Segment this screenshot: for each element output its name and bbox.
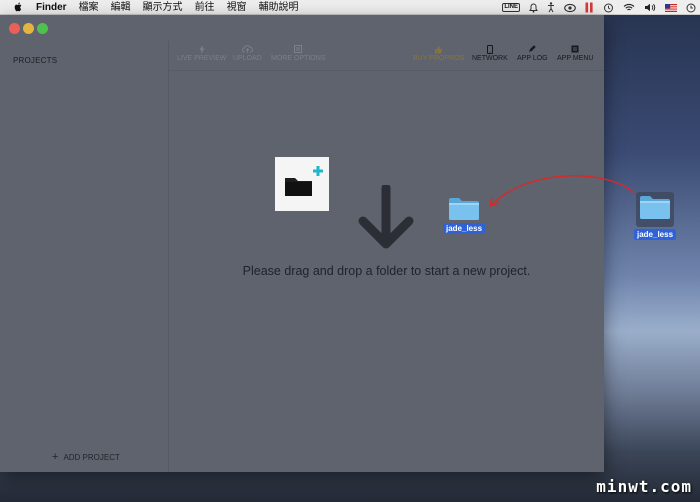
more-options-label: MORE OPTIONS <box>271 55 326 62</box>
pause-indicator-icon[interactable] <box>585 2 594 13</box>
app-menu-label: APP MENU <box>557 55 594 62</box>
menu-bar: Finder 檔案 編輯 顯示方式 前往 視窗 輔助說明 LINE <box>0 0 700 15</box>
folder-add-icon <box>285 166 323 196</box>
options-icon <box>294 43 303 55</box>
plus-icon: + <box>52 451 59 463</box>
drag-path-arrow <box>489 175 635 207</box>
close-button[interactable] <box>9 23 20 34</box>
volume-icon[interactable] <box>644 3 656 12</box>
projects-sidebar: PROJECTS + ADD PROJECT <box>0 41 169 472</box>
menu-edit[interactable]: 編輯 <box>111 0 131 15</box>
accessibility-icon[interactable] <box>547 2 555 13</box>
app-log-button[interactable]: APP LOG <box>517 43 548 62</box>
menu-file[interactable]: 檔案 <box>79 0 99 15</box>
desktop-folder-label: jade_less <box>634 229 677 240</box>
menu-icon <box>571 43 579 55</box>
upload-label: UPLOAD <box>233 55 262 62</box>
time-machine-icon[interactable] <box>603 3 614 13</box>
toolbar: LIVE PREVIEW UPLOAD MORE OPTIONS BUY PRO… <box>169 41 604 71</box>
thumbs-up-icon <box>434 43 443 55</box>
upload-button[interactable]: UPLOAD <box>233 43 262 62</box>
line-status-badge[interactable]: LINE <box>502 3 520 12</box>
live-preview-button[interactable]: LIVE PREVIEW <box>177 43 226 62</box>
dragged-folder-label: jade_less <box>443 223 486 234</box>
lightning-icon <box>199 43 205 55</box>
watermark: minwt.com <box>596 477 692 496</box>
new-project-tile <box>275 157 329 211</box>
app-window: PROJECTS + ADD PROJECT LIVE PREVIEW UPLO… <box>0 15 604 472</box>
buy-propros-label: BUY PROPROS <box>413 55 465 62</box>
buy-propros-button[interactable]: BUY PROPROS <box>413 43 464 62</box>
pen-icon <box>528 43 536 55</box>
folder-icon <box>640 196 671 219</box>
cloud-eye-icon[interactable] <box>564 3 576 13</box>
down-arrow-icon <box>358 185 414 249</box>
window-titlebar[interactable] <box>0 15 604 41</box>
app-menu-button[interactable]: APP MENU <box>557 43 593 62</box>
clock-icon[interactable] <box>686 3 696 13</box>
minimize-button[interactable] <box>23 23 34 34</box>
cloud-upload-icon <box>241 43 253 55</box>
more-options-button[interactable]: MORE OPTIONS <box>271 43 325 62</box>
network-label: NETWORK <box>472 55 508 62</box>
projects-header: PROJECTS <box>13 56 58 65</box>
zoom-button[interactable] <box>37 23 48 34</box>
flag-icon[interactable] <box>665 3 677 12</box>
add-project-label: ADD PROJECT <box>63 452 120 462</box>
app-log-label: APP LOG <box>517 55 548 62</box>
live-preview-label: LIVE PREVIEW <box>177 55 227 62</box>
drop-zone[interactable]: Please drag and drop a folder to start a… <box>169 72 604 472</box>
apple-icon[interactable] <box>12 1 24 13</box>
network-button[interactable]: NETWORK <box>472 43 508 62</box>
add-project-button[interactable]: + ADD PROJECT <box>52 451 120 463</box>
status-area: LINE <box>502 0 696 15</box>
desktop-folder-selection <box>636 192 675 227</box>
menu-view[interactable]: 顯示方式 <box>143 0 183 15</box>
menu-help[interactable]: 輔助說明 <box>259 0 299 15</box>
desktop-folder[interactable]: jade_less <box>634 192 677 240</box>
menu-go[interactable]: 前往 <box>195 0 215 15</box>
menu-app-name[interactable]: Finder <box>36 0 67 15</box>
phone-icon <box>486 43 493 55</box>
drop-instruction: Please drag and drop a folder to start a… <box>242 264 531 278</box>
menu-window[interactable]: 視窗 <box>227 0 247 15</box>
notification-bell-icon[interactable] <box>529 2 538 13</box>
wifi-icon[interactable] <box>623 3 635 12</box>
